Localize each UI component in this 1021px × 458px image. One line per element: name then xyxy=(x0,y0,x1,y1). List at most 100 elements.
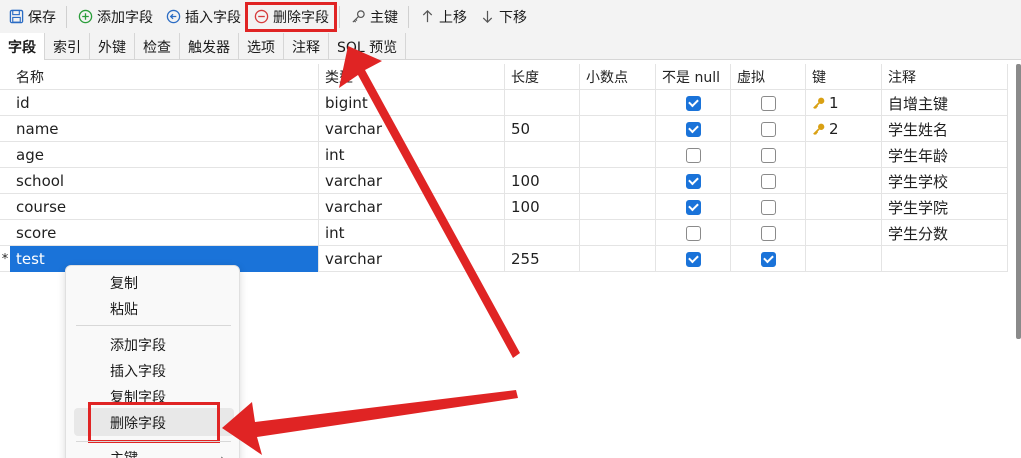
virtual-checkbox[interactable] xyxy=(760,95,776,111)
field-length-cell[interactable]: 255 xyxy=(505,246,580,272)
table-row[interactable]: score int 学生分数 xyxy=(0,220,1008,246)
tab-foreign-keys[interactable]: 外键 xyxy=(90,33,135,60)
vertical-scrollbar[interactable] xyxy=(1016,64,1021,339)
key-cell[interactable] xyxy=(806,168,882,194)
field-type-cell[interactable]: int xyxy=(319,220,505,246)
primary-key-indicator: 2 xyxy=(812,120,839,138)
menu-item-add-field[interactable]: 添加字段 xyxy=(110,335,166,355)
menu-item-primary-key[interactable]: 主键 xyxy=(110,448,138,458)
field-length-cell[interactable] xyxy=(505,90,580,116)
move-down-button[interactable]: 下移 xyxy=(473,4,533,30)
key-cell[interactable] xyxy=(806,142,882,168)
tab-comment[interactable]: 注释 xyxy=(284,33,329,60)
menu-item-paste[interactable]: 粘贴 xyxy=(110,299,138,319)
field-decimals-cell[interactable] xyxy=(580,142,656,168)
move-up-label: 上移 xyxy=(439,9,467,26)
field-decimals-cell[interactable] xyxy=(580,194,656,220)
field-type-cell[interactable]: bigint xyxy=(319,90,505,116)
insert-field-button[interactable]: 插入字段 xyxy=(159,4,247,30)
tab-indexes[interactable]: 索引 xyxy=(45,33,90,60)
table-row[interactable]: id bigint 1 自增主键 xyxy=(0,90,1008,116)
field-type-cell[interactable]: varchar xyxy=(319,246,505,272)
field-name-cell[interactable]: school xyxy=(10,168,319,194)
virtual-checkbox[interactable] xyxy=(760,199,776,215)
arrow-down-icon xyxy=(479,9,495,25)
column-header-decimals[interactable]: 小数点 xyxy=(580,64,656,90)
delete-field-button[interactable]: 删除字段 xyxy=(245,1,337,32)
column-header-length[interactable]: 长度 xyxy=(505,64,580,90)
field-comment-cell[interactable]: 学生年龄 xyxy=(882,142,1008,168)
column-header-not-null[interactable]: 不是 null xyxy=(656,64,731,90)
field-type-cell[interactable]: varchar xyxy=(319,116,505,142)
virtual-checkbox[interactable] xyxy=(760,225,776,241)
key-cell[interactable] xyxy=(806,220,882,246)
row-marker xyxy=(0,168,10,194)
field-length-cell[interactable]: 50 xyxy=(505,116,580,142)
field-decimals-cell[interactable] xyxy=(580,168,656,194)
field-type-cell[interactable]: int xyxy=(319,142,505,168)
field-name-cell[interactable]: age xyxy=(10,142,319,168)
menu-item-insert-field[interactable]: 插入字段 xyxy=(110,361,166,381)
field-name-cell[interactable]: course xyxy=(10,194,319,220)
column-header-virtual[interactable]: 虚拟 xyxy=(731,64,806,90)
add-field-button[interactable]: 添加字段 xyxy=(71,4,159,30)
not-null-cell xyxy=(656,194,731,220)
field-decimals-cell[interactable] xyxy=(580,246,656,272)
tab-sql-preview[interactable]: SQL 预览 xyxy=(329,33,407,60)
tab-checks[interactable]: 检查 xyxy=(135,33,180,60)
virtual-checkbox[interactable] xyxy=(760,147,776,163)
key-cell[interactable]: 1 xyxy=(806,90,882,116)
field-name-cell[interactable]: score xyxy=(10,220,319,246)
key-cell[interactable]: 2 xyxy=(806,116,882,142)
primary-key-button[interactable]: 主键 xyxy=(344,4,404,30)
row-marker xyxy=(0,194,10,220)
field-comment-cell[interactable]: 学生姓名 xyxy=(882,116,1008,142)
table-row[interactable]: name varchar 50 2 学生姓名 xyxy=(0,116,1008,142)
field-length-cell[interactable] xyxy=(505,220,580,246)
field-decimals-cell[interactable] xyxy=(580,116,656,142)
field-name-cell[interactable]: id xyxy=(10,90,319,116)
virtual-checkbox[interactable] xyxy=(760,251,776,267)
field-comment-cell[interactable]: 自增主键 xyxy=(882,90,1008,116)
tab-bar: 字段 索引 外键 检查 触发器 选项 注释 SQL 预览 xyxy=(0,33,1021,60)
field-length-cell[interactable] xyxy=(505,142,580,168)
key-cell[interactable] xyxy=(806,194,882,220)
menu-item-copy[interactable]: 复制 xyxy=(110,273,138,293)
virtual-checkbox[interactable] xyxy=(760,121,776,137)
not-null-checkbox[interactable] xyxy=(685,199,701,215)
column-header-key[interactable]: 键 xyxy=(806,64,882,90)
not-null-checkbox[interactable] xyxy=(685,225,701,241)
not-null-checkbox[interactable] xyxy=(685,95,701,111)
field-name-cell[interactable]: name xyxy=(10,116,319,142)
save-button[interactable]: 保存 xyxy=(2,4,62,30)
field-comment-cell[interactable] xyxy=(882,246,1008,272)
tab-fields[interactable]: 字段 xyxy=(0,33,45,60)
key-icon xyxy=(350,9,366,25)
virtual-checkbox[interactable] xyxy=(760,173,776,189)
not-null-checkbox[interactable] xyxy=(685,121,701,137)
key-cell[interactable] xyxy=(806,246,882,272)
field-comment-cell[interactable]: 学生分数 xyxy=(882,220,1008,246)
column-header-comment[interactable]: 注释 xyxy=(882,64,1008,90)
not-null-checkbox[interactable] xyxy=(685,147,701,163)
tab-triggers[interactable]: 触发器 xyxy=(180,33,239,60)
not-null-checkbox[interactable] xyxy=(685,173,701,189)
column-header-name[interactable]: 名称 xyxy=(10,64,319,90)
table-row[interactable]: school varchar 100 学生学校 xyxy=(0,168,1008,194)
column-header-type[interactable]: 类型 xyxy=(319,64,505,90)
field-comment-cell[interactable]: 学生学院 xyxy=(882,194,1008,220)
field-type-cell[interactable]: varchar xyxy=(319,168,505,194)
not-null-cell xyxy=(656,142,731,168)
tab-options[interactable]: 选项 xyxy=(239,33,284,60)
field-decimals-cell[interactable] xyxy=(580,220,656,246)
field-type-cell[interactable]: varchar xyxy=(319,194,505,220)
field-comment-cell[interactable]: 学生学校 xyxy=(882,168,1008,194)
table-row[interactable]: age int 学生年龄 xyxy=(0,142,1008,168)
not-null-checkbox[interactable] xyxy=(685,251,701,267)
not-null-cell xyxy=(656,220,731,246)
field-length-cell[interactable]: 100 xyxy=(505,168,580,194)
table-row[interactable]: course varchar 100 学生学院 xyxy=(0,194,1008,220)
field-length-cell[interactable]: 100 xyxy=(505,194,580,220)
move-up-button[interactable]: 上移 xyxy=(413,4,473,30)
field-decimals-cell[interactable] xyxy=(580,90,656,116)
